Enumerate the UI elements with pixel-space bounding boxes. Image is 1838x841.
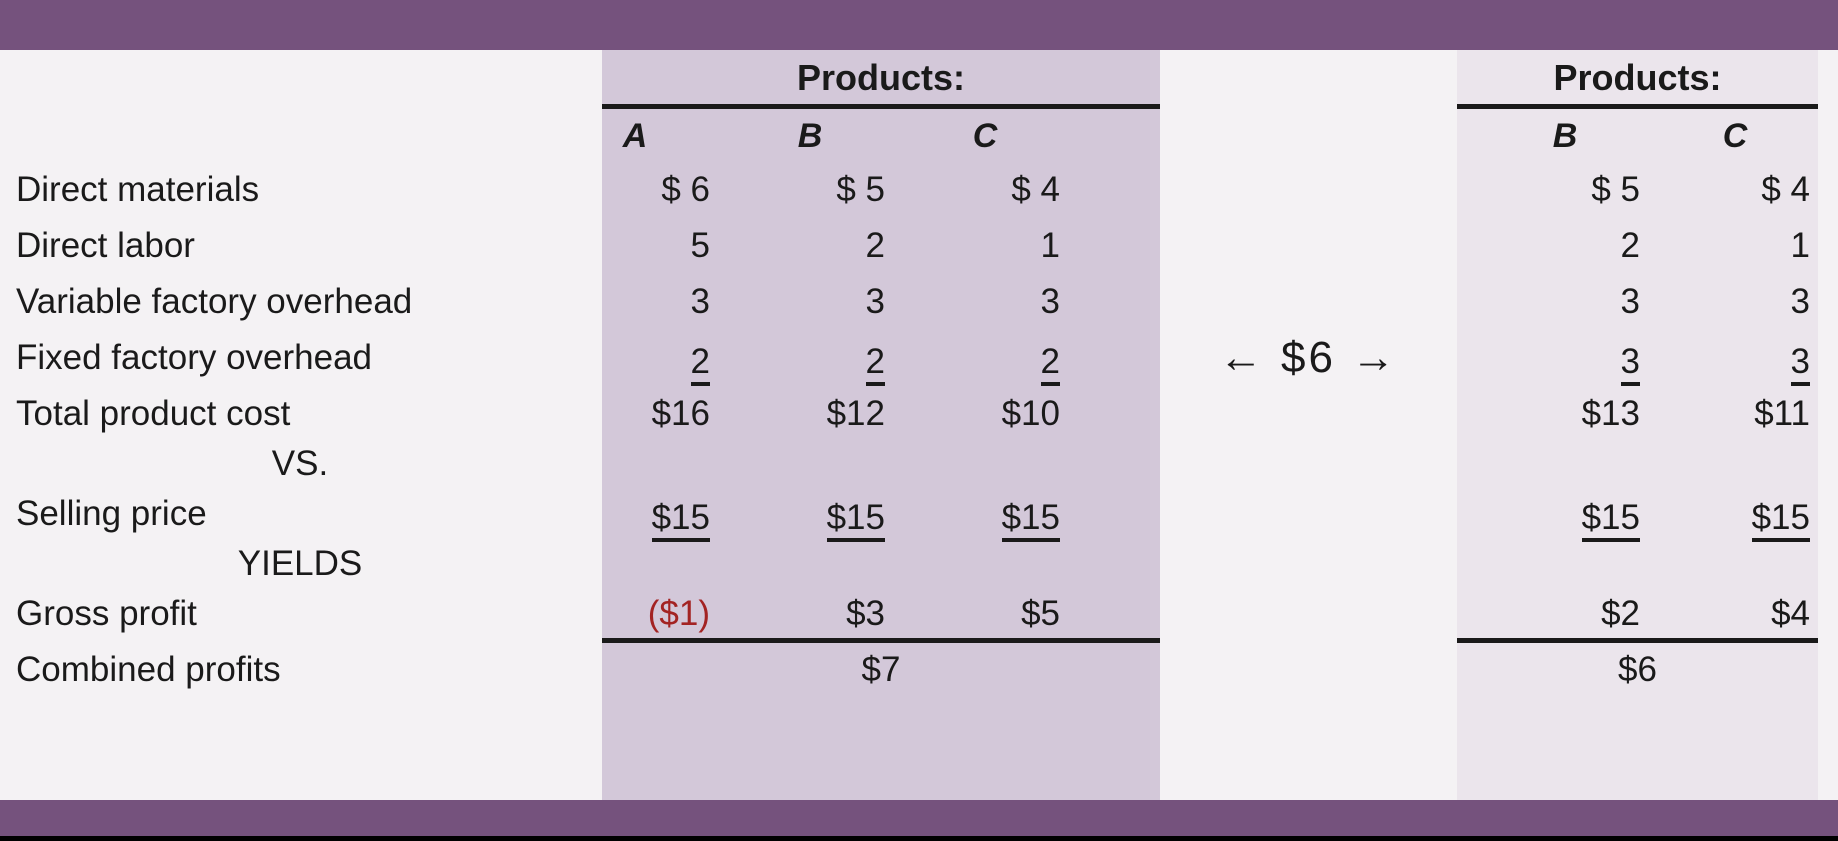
cell-direct-labor-b: 2 bbox=[865, 226, 885, 265]
cell-selling-price-right-b: $15 bbox=[1490, 486, 1640, 542]
cell-total-cost-right-b: $13 bbox=[1581, 394, 1640, 433]
cell-gross-profit-c: $5 bbox=[1021, 594, 1060, 633]
table-row-gross-profit: Gross profit ($1) $3 $5 $2 $4 bbox=[0, 586, 1838, 642]
table-row-selling-price: Selling price $15 $15 $15 $15 $15 bbox=[0, 486, 1838, 542]
left-column-header-b: B bbox=[797, 117, 823, 155]
cell-total-cost-a: $16 bbox=[651, 394, 710, 433]
cell-value: 2 bbox=[865, 344, 885, 386]
cell-variable-overhead-right-b: 3 bbox=[1620, 282, 1640, 321]
row-label-variable-factory-overhead: Variable factory overhead bbox=[16, 282, 413, 321]
table-row-yields: YIELDS bbox=[0, 536, 1838, 592]
cell-selling-price-b: $15 bbox=[735, 486, 885, 542]
cell-gross-profit-a: ($1) bbox=[647, 594, 710, 633]
cell-variable-overhead-c: 3 bbox=[1040, 282, 1060, 321]
cell-direct-materials-right-c: $ 4 bbox=[1761, 170, 1810, 209]
transfer-arrow-annotation: ← $6 → bbox=[1218, 333, 1399, 382]
cell-fixed-overhead-c: 2 bbox=[910, 330, 1060, 386]
cell-direct-labor-c: 1 bbox=[1040, 226, 1060, 265]
cell-fixed-overhead-right-b: 3 bbox=[1490, 330, 1640, 386]
row-label-vs: VS. bbox=[271, 444, 329, 483]
cell-fixed-overhead-b: 2 bbox=[735, 330, 885, 386]
cell-total-cost-c: $10 bbox=[1001, 394, 1060, 433]
comparison-table: Products: Products: A B C B C Direct mat… bbox=[0, 50, 1838, 800]
cell-combined-profit-right: $6 bbox=[1618, 650, 1657, 689]
cell-gross-profit-b: $3 bbox=[846, 594, 885, 633]
cell-gross-profit-right-c: $4 bbox=[1771, 594, 1810, 633]
table-row-combined-profits: Combined profits $7 $6 bbox=[0, 642, 1838, 698]
left-table-header: Products: bbox=[796, 57, 965, 98]
row-label-combined-profits: Combined profits bbox=[16, 650, 281, 689]
cell-direct-labor-right-b: 2 bbox=[1620, 226, 1640, 265]
row-label-gross-profit: Gross profit bbox=[16, 594, 197, 633]
table-row-total-product-cost: Total product cost $16 $12 $10 $13 $11 bbox=[0, 386, 1838, 442]
cell-direct-labor-right-c: 1 bbox=[1790, 226, 1810, 265]
left-column-header-c: C bbox=[972, 117, 998, 155]
cell-variable-overhead-b: 3 bbox=[865, 282, 885, 321]
cell-selling-price-c: $15 bbox=[910, 486, 1060, 542]
row-label-total-product-cost: Total product cost bbox=[16, 394, 291, 433]
cell-value: 2 bbox=[690, 344, 710, 386]
bottom-accent-band bbox=[0, 800, 1838, 836]
cell-total-cost-b: $12 bbox=[826, 394, 885, 433]
slide-canvas: Products: Products: A B C B C Direct mat… bbox=[0, 0, 1838, 841]
cell-selling-price-a: $15 bbox=[560, 486, 710, 542]
cell-direct-materials-c: $ 4 bbox=[1011, 170, 1060, 209]
cell-combined-profit-left: $7 bbox=[861, 650, 901, 689]
row-label-selling-price: Selling price bbox=[16, 494, 207, 533]
cell-selling-price-right-c: $15 bbox=[1660, 486, 1810, 542]
cell-direct-labor-a: 5 bbox=[690, 226, 710, 265]
row-label-yields: YIELDS bbox=[237, 544, 363, 583]
cell-direct-materials-right-b: $ 5 bbox=[1591, 170, 1640, 209]
header-row-products: Products: Products: bbox=[0, 50, 1838, 106]
cell-variable-overhead-right-c: 3 bbox=[1790, 282, 1810, 321]
header-row-column-letters: A B C B C bbox=[0, 108, 1838, 164]
right-column-header-b: B bbox=[1552, 117, 1578, 155]
bottom-edge-rule bbox=[0, 836, 1838, 841]
table-row-direct-labor: Direct labor 5 2 1 2 1 bbox=[0, 218, 1838, 274]
cell-value: 2 bbox=[1040, 344, 1060, 386]
cell-variable-overhead-a: 3 bbox=[690, 282, 710, 321]
cell-value: 3 bbox=[1790, 344, 1810, 386]
table-row-fixed-factory-overhead: Fixed factory overhead 2 2 2 3 3 ← $6 → bbox=[0, 330, 1838, 386]
table-row-direct-materials: Direct materials $ 6 $ 5 $ 4 $ 5 $ 4 bbox=[0, 162, 1838, 218]
table-row-vs: VS. bbox=[0, 436, 1838, 492]
table-row-variable-factory-overhead: Variable factory overhead 3 3 3 3 3 bbox=[0, 274, 1838, 330]
cell-gross-profit-right-b: $2 bbox=[1601, 594, 1640, 633]
cell-total-cost-right-c: $11 bbox=[1754, 394, 1810, 433]
cell-fixed-overhead-right-c: 3 bbox=[1660, 330, 1810, 386]
right-table-header: Products: bbox=[1553, 57, 1722, 98]
cell-direct-materials-b: $ 5 bbox=[836, 170, 885, 209]
cell-direct-materials-a: $ 6 bbox=[661, 170, 710, 209]
cell-value: 3 bbox=[1620, 344, 1640, 386]
top-accent-band bbox=[0, 0, 1838, 50]
row-label-direct-labor: Direct labor bbox=[16, 226, 195, 265]
cell-fixed-overhead-a: 2 bbox=[560, 330, 710, 386]
right-column-header-c: C bbox=[1722, 117, 1748, 155]
left-column-header-a: A bbox=[622, 117, 648, 155]
row-label-direct-materials: Direct materials bbox=[16, 170, 260, 209]
row-label-fixed-factory-overhead: Fixed factory overhead bbox=[16, 338, 373, 377]
